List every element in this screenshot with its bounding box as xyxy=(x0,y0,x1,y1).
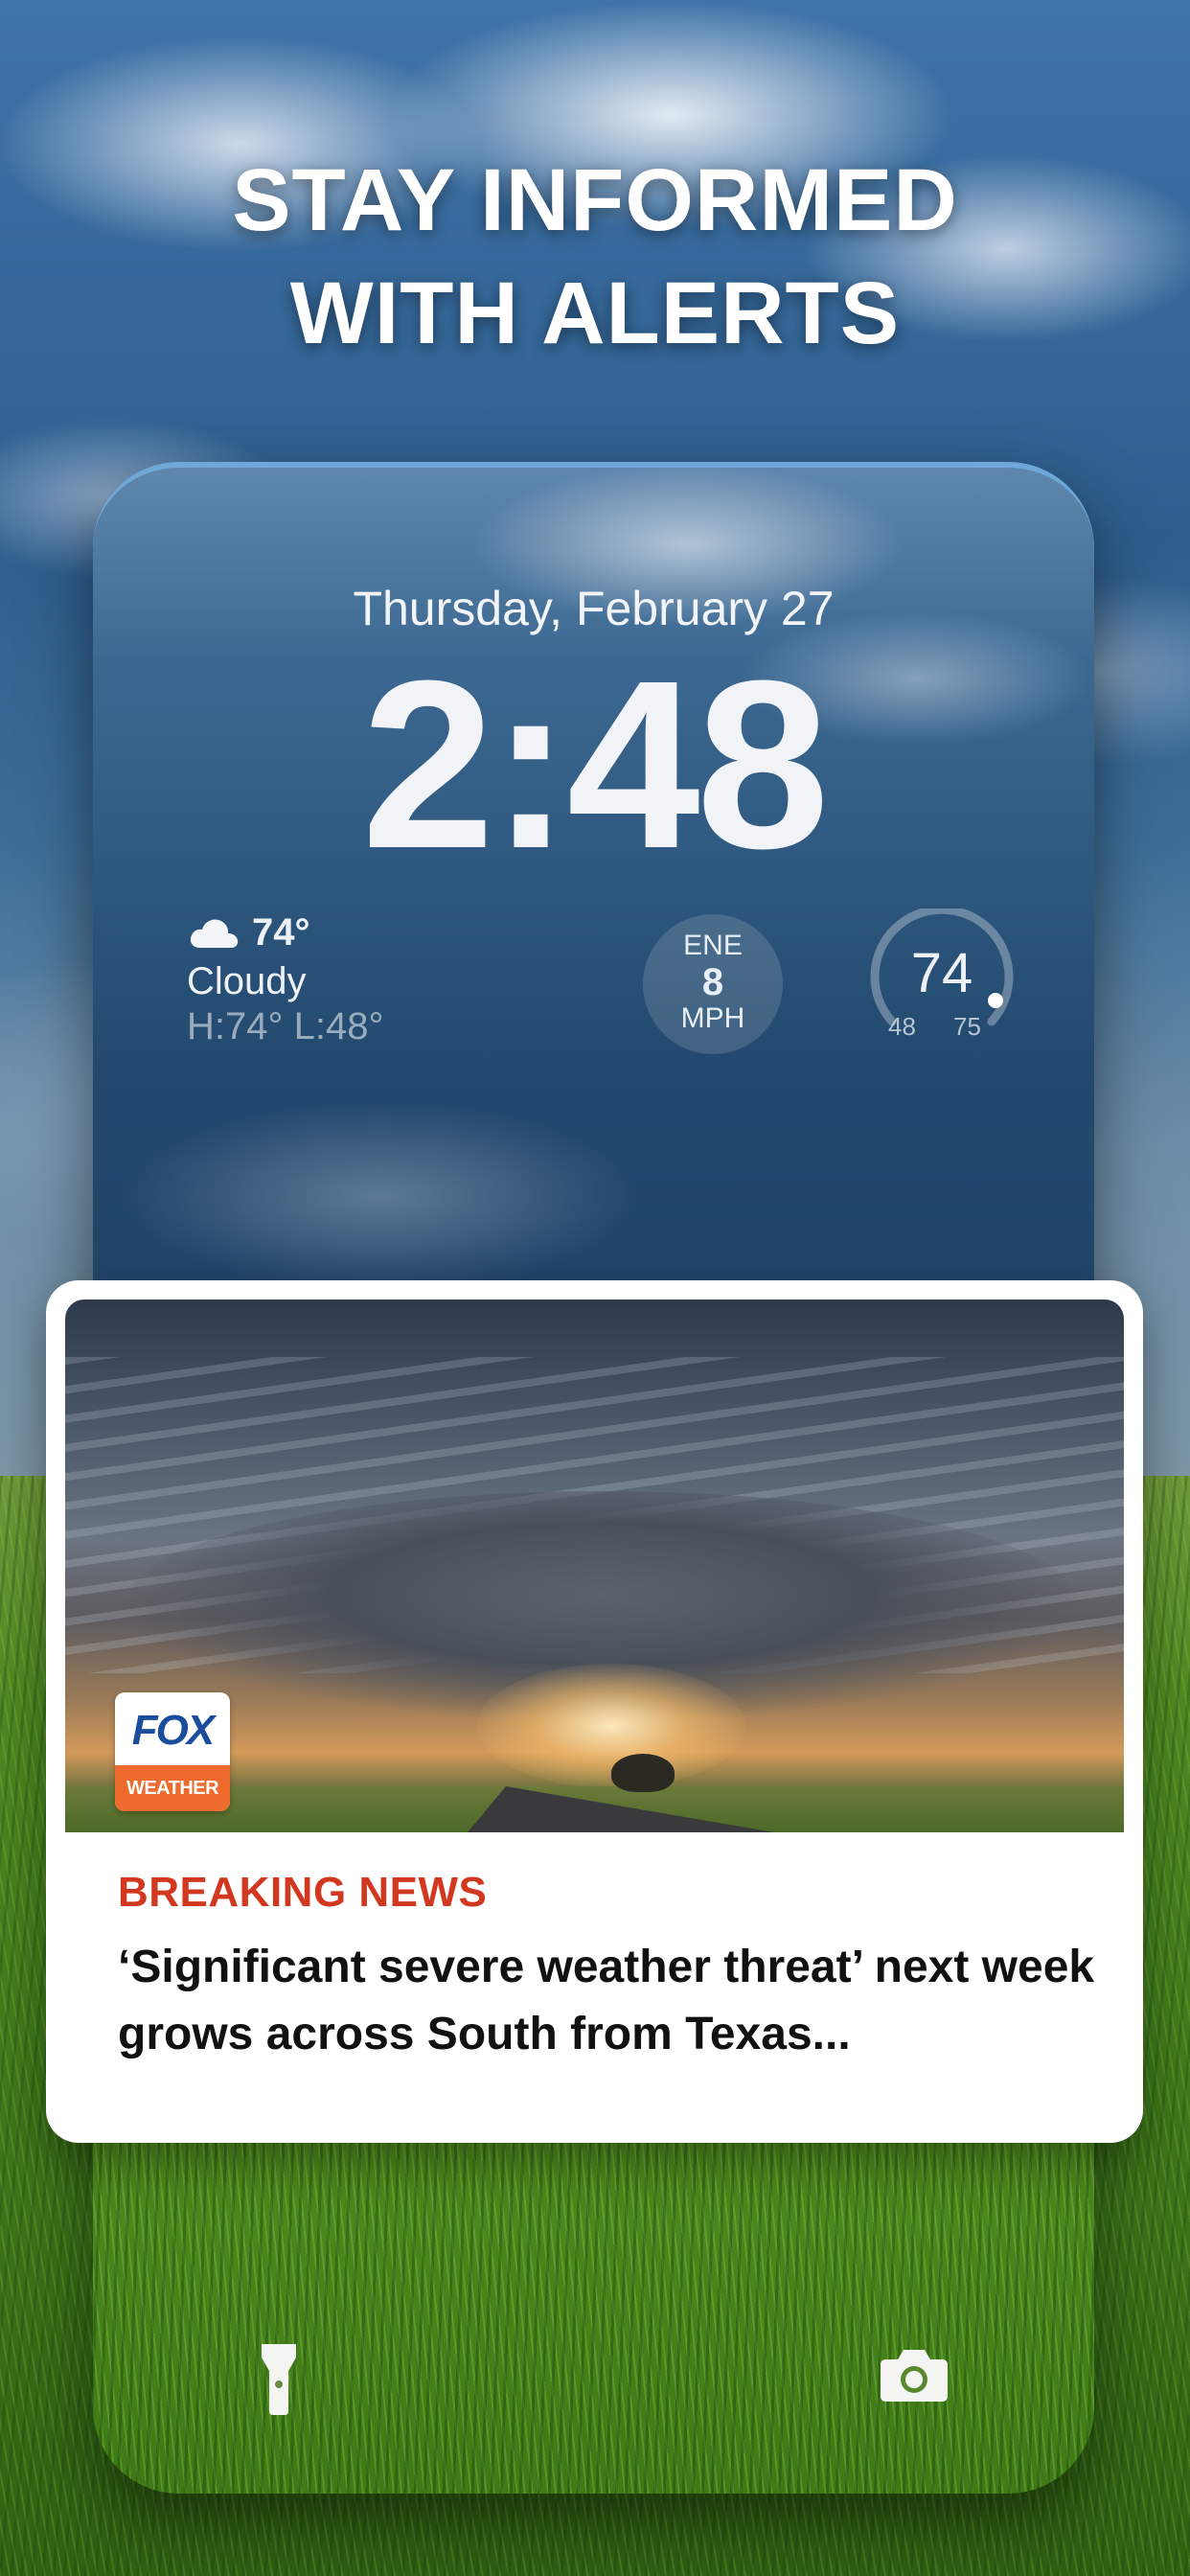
cloud-icon xyxy=(190,919,239,948)
promo-headline: STAY INFORMED WITH ALERTS xyxy=(0,144,1190,370)
wind-widget[interactable]: ENE 8 MPH xyxy=(643,914,783,1054)
wind-unit: MPH xyxy=(680,1002,745,1034)
breaking-news-notification[interactable]: FOX WEATHER BREAKING NEWS ‘Significant s… xyxy=(46,1280,1143,2143)
temperature-gauge-widget[interactable]: 74 48 75 xyxy=(865,908,1018,1052)
weather-temp: 74° xyxy=(252,910,310,954)
lock-screen-time: 2:48 xyxy=(361,631,829,898)
breaking-news-label: BREAKING NEWS xyxy=(118,1869,488,1916)
weather-widget[interactable]: 74° Cloudy H:74° L:48° xyxy=(187,908,383,1048)
fox-weather-logo: FOX WEATHER xyxy=(115,1692,230,1811)
lock-screen-date: Thursday, February 27 xyxy=(353,582,835,635)
weather-condition: Cloudy xyxy=(187,960,307,1002)
storm-photo: FOX WEATHER xyxy=(65,1300,1124,1832)
wind-direction: ENE xyxy=(683,930,743,961)
gauge-low-temp: 48 xyxy=(888,1012,916,1041)
headline-line-2: WITH ALERTS xyxy=(289,264,901,362)
wind-speed: 8 xyxy=(701,961,724,1003)
headline-line-1: STAY INFORMED xyxy=(232,151,958,249)
flashlight-icon[interactable] xyxy=(256,2340,302,2417)
news-headline: ‘Significant severe weather threat’ next… xyxy=(118,1942,1095,2059)
camera-icon[interactable] xyxy=(879,2346,950,2404)
gauge-high-temp: 75 xyxy=(953,1012,981,1041)
weather-high-low: H:74° L:48° xyxy=(187,1005,384,1047)
gauge-current-temp: 74 xyxy=(910,942,973,1004)
